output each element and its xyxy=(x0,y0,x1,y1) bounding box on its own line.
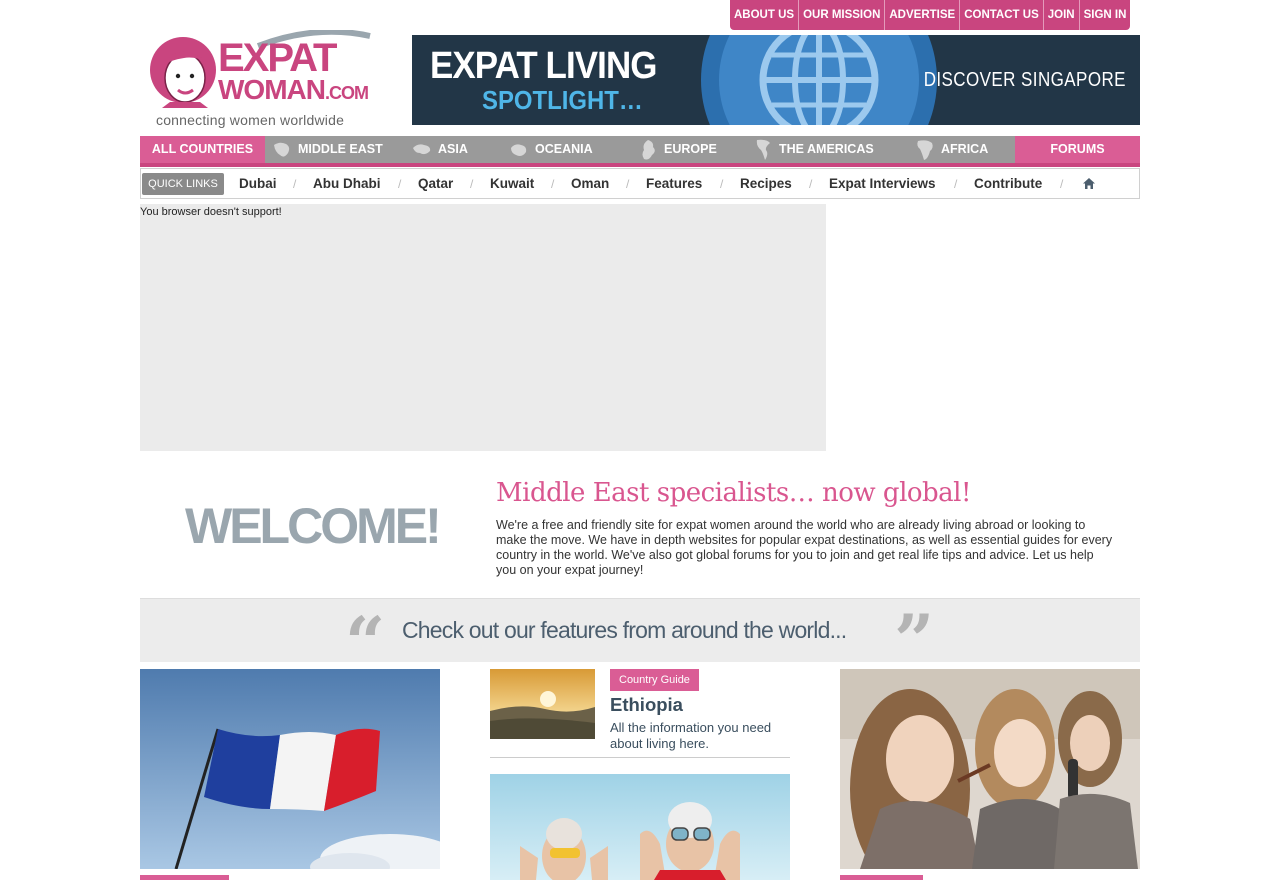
feature-image-beauty[interactable] xyxy=(840,669,1140,869)
nav-europe[interactable]: EUROPE xyxy=(640,136,717,163)
nav-the-americas-label: THE AMERICAS xyxy=(779,142,874,156)
separator: / xyxy=(551,177,555,191)
advertise-link[interactable]: ADVERTISE xyxy=(884,0,959,30)
separator: / xyxy=(626,177,630,191)
logo-tagline: connecting women worldwide xyxy=(156,112,345,128)
feature-image-seniors[interactable] xyxy=(490,774,790,880)
quick-link-dubai[interactable]: Dubai xyxy=(239,169,277,199)
quick-link-oman[interactable]: Oman xyxy=(571,169,609,199)
quick-link-kuwait[interactable]: Kuwait xyxy=(490,169,534,199)
ethiopia-thumbnail[interactable] xyxy=(490,669,595,739)
our-mission-link[interactable]: OUR MISSION xyxy=(798,0,884,30)
europe-map-icon xyxy=(642,139,655,160)
nav-middle-east[interactable]: MIDDLE EAST xyxy=(272,136,383,163)
ethiopia-description: All the information you need about livin… xyxy=(610,720,772,751)
americas-map-icon xyxy=(756,139,770,160)
join-link[interactable]: JOIN xyxy=(1042,0,1079,30)
sign-in-link[interactable]: SIGN IN xyxy=(1078,0,1131,30)
nav-middle-east-label: MIDDLE EAST xyxy=(298,142,383,156)
logo-expat-text: EXPAT xyxy=(218,36,337,80)
feature-image-france[interactable] xyxy=(140,669,440,869)
separator: / xyxy=(720,177,724,191)
welcome-heading: WELCOME! xyxy=(185,498,442,554)
nav-africa-label: AFRICA xyxy=(941,142,989,156)
quick-link-recipes[interactable]: Recipes xyxy=(740,169,792,199)
features-strip-text: Check out our features from around the w… xyxy=(402,617,847,643)
superhero-seniors-photo xyxy=(490,774,790,880)
quick-link-expat-interviews[interactable]: Expat Interviews xyxy=(829,169,936,199)
woman-face-icon xyxy=(150,37,216,108)
site-logo[interactable]: EXPAT WOMAN.COM connecting women worldwi… xyxy=(146,30,372,130)
women-makeup-photo xyxy=(840,669,1140,869)
separator: / xyxy=(470,177,474,191)
main-nav: ALL COUNTRIES MIDDLE EAST ASIA OCEANIA E… xyxy=(140,136,1140,167)
nav-oceania-label: OCEANIA xyxy=(535,142,593,156)
globe-icon xyxy=(701,35,937,125)
quick-link-contribute[interactable]: Contribute xyxy=(974,169,1042,199)
top-links: ABOUT US OUR MISSION ADVERTISE CONTACT U… xyxy=(730,0,1131,30)
nav-oceania[interactable]: OCEANIA xyxy=(509,136,593,163)
welcome-title: Middle East specialists… now global! xyxy=(496,478,971,508)
logo-dotcom: .COM xyxy=(324,83,369,103)
ethiopia-title[interactable]: Ethiopia xyxy=(610,694,683,716)
banner-subline: SPOTLIGHT… xyxy=(482,85,643,115)
page: ABOUT US OUR MISSION ADVERTISE CONTACT U… xyxy=(0,0,1280,880)
card-tag-bar xyxy=(840,875,923,880)
separator: / xyxy=(398,177,402,191)
contact-us-link[interactable]: CONTACT US xyxy=(959,0,1043,30)
separator: / xyxy=(954,177,958,191)
africa-map-icon xyxy=(917,140,933,160)
features-strip: “ Check out our features from around the… xyxy=(140,598,1140,683)
video-player[interactable]: You browser doesn't support! xyxy=(140,204,826,451)
quick-links-label: QUICK LINKS xyxy=(142,173,224,195)
card-tag-bar xyxy=(140,875,229,880)
logo-woman-word: WOMAN xyxy=(218,74,326,105)
welcome-body: We're a free and friendly site for expat… xyxy=(496,518,1113,577)
separator: / xyxy=(293,177,297,191)
nav-asia[interactable]: ASIA xyxy=(412,136,468,163)
nav-underline xyxy=(140,163,1140,167)
home-icon[interactable] xyxy=(1082,177,1096,190)
ethiopia-sunset-photo xyxy=(490,669,595,739)
card-divider xyxy=(490,757,790,758)
quick-links-bar: QUICK LINKS Dubai / Abu Dhabi / Qatar / … xyxy=(140,168,1140,199)
separator: / xyxy=(809,177,813,191)
banner-cta[interactable]: DISCOVER SINGAPORE xyxy=(924,69,1126,92)
nav-africa[interactable]: AFRICA xyxy=(915,136,988,163)
oceania-map-icon xyxy=(511,144,527,156)
video-unsupported-message: You browser doesn't support! xyxy=(140,206,282,218)
nav-all-countries[interactable]: ALL COUNTRIES xyxy=(140,136,265,163)
country-guide-tag[interactable]: Country Guide xyxy=(610,669,699,691)
about-us-link[interactable]: ABOUT US xyxy=(730,0,798,30)
nav-forums[interactable]: FORUMS xyxy=(1015,136,1140,163)
banner-headline: EXPAT LIVING xyxy=(430,45,657,87)
expat-living-banner[interactable]: EXPAT LIVING SPOTLIGHT… DISCOVER SINGAPO… xyxy=(412,35,1140,125)
separator: / xyxy=(1060,177,1064,191)
quick-link-features[interactable]: Features xyxy=(646,169,702,199)
middle-east-map-icon xyxy=(274,142,290,157)
french-flag-photo xyxy=(140,669,440,869)
nav-asia-label: ASIA xyxy=(438,142,468,156)
quick-link-abu-dhabi[interactable]: Abu Dhabi xyxy=(313,169,381,199)
logo-woman-text: WOMAN.COM xyxy=(218,74,369,107)
nav-europe-label: EUROPE xyxy=(664,142,717,156)
nav-the-americas[interactable]: THE AMERICAS xyxy=(755,136,874,163)
asia-map-icon xyxy=(413,144,431,154)
quick-link-qatar[interactable]: Qatar xyxy=(418,169,453,199)
